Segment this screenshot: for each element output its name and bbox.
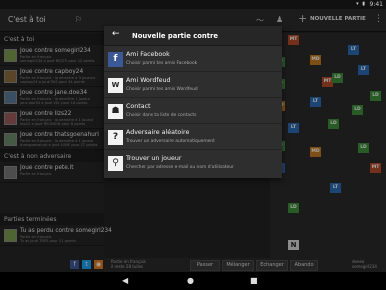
option-title: Ami Wordfeud bbox=[126, 77, 171, 84]
question-mark-icon: ? bbox=[108, 130, 123, 145]
facebook-icon: f bbox=[108, 52, 123, 67]
option-subtitle: Choisir parmi tes amis Wordfeud bbox=[126, 87, 198, 92]
option-subtitle: Chercher par adresse e-mail ou nom d'uti… bbox=[126, 165, 234, 170]
search-icon: ⚲ bbox=[108, 156, 123, 171]
option-title: Ami Facebook bbox=[126, 51, 170, 58]
home-icon[interactable]: ● bbox=[187, 276, 194, 285]
option-subtitle: Choisir parmi tes amis Facebook bbox=[126, 61, 198, 66]
back-arrow-icon[interactable]: ← bbox=[112, 29, 120, 39]
dialog-title: Nouvelle partie contre bbox=[132, 32, 218, 40]
option-title: Trouver un joueur bbox=[126, 155, 182, 162]
back-icon[interactable]: ◀ bbox=[122, 276, 128, 285]
app-window: ▾ ▮ 9:41 C'est à toi ⚐ 〜 ♟ + NOUVELLE PA… bbox=[0, 0, 386, 290]
system-nav-bar: ◀ ● ■ bbox=[0, 272, 386, 290]
contact-icon: ☗ bbox=[108, 104, 123, 119]
signal-battery-icons: ▾ ▮ bbox=[356, 1, 366, 7]
option-title: Adversaire aléatoire bbox=[126, 129, 190, 136]
option-subtitle: Choisir dans ta liste de contacts bbox=[126, 113, 197, 118]
status-time: 9:41 bbox=[369, 1, 383, 8]
option-subtitle: Trouver un adversaire automatiquement bbox=[126, 139, 215, 144]
option-contact[interactable]: ☗ Contact Choisir dans ta liste de conta… bbox=[104, 99, 282, 124]
option-random-opponent[interactable]: ? Adversaire aléatoire Trouver un advers… bbox=[104, 125, 282, 150]
option-find-player[interactable]: ⚲ Trouver un joueur Chercher par adresse… bbox=[104, 151, 282, 176]
option-title: Contact bbox=[126, 103, 151, 110]
new-game-dialog: ← Nouvelle partie contre f Ami Facebook … bbox=[104, 26, 282, 178]
dialog-header: ← Nouvelle partie contre bbox=[104, 26, 282, 46]
option-facebook-friend[interactable]: f Ami Facebook Choisir parmi tes amis Fa… bbox=[104, 47, 282, 72]
wordfeud-icon: W bbox=[108, 78, 123, 93]
option-wordfeud-friend[interactable]: W Ami Wordfeud Choisir parmi tes amis Wo… bbox=[104, 73, 282, 98]
status-bar: ▾ ▮ 9:41 bbox=[0, 0, 386, 9]
recents-icon[interactable]: ■ bbox=[250, 276, 258, 285]
